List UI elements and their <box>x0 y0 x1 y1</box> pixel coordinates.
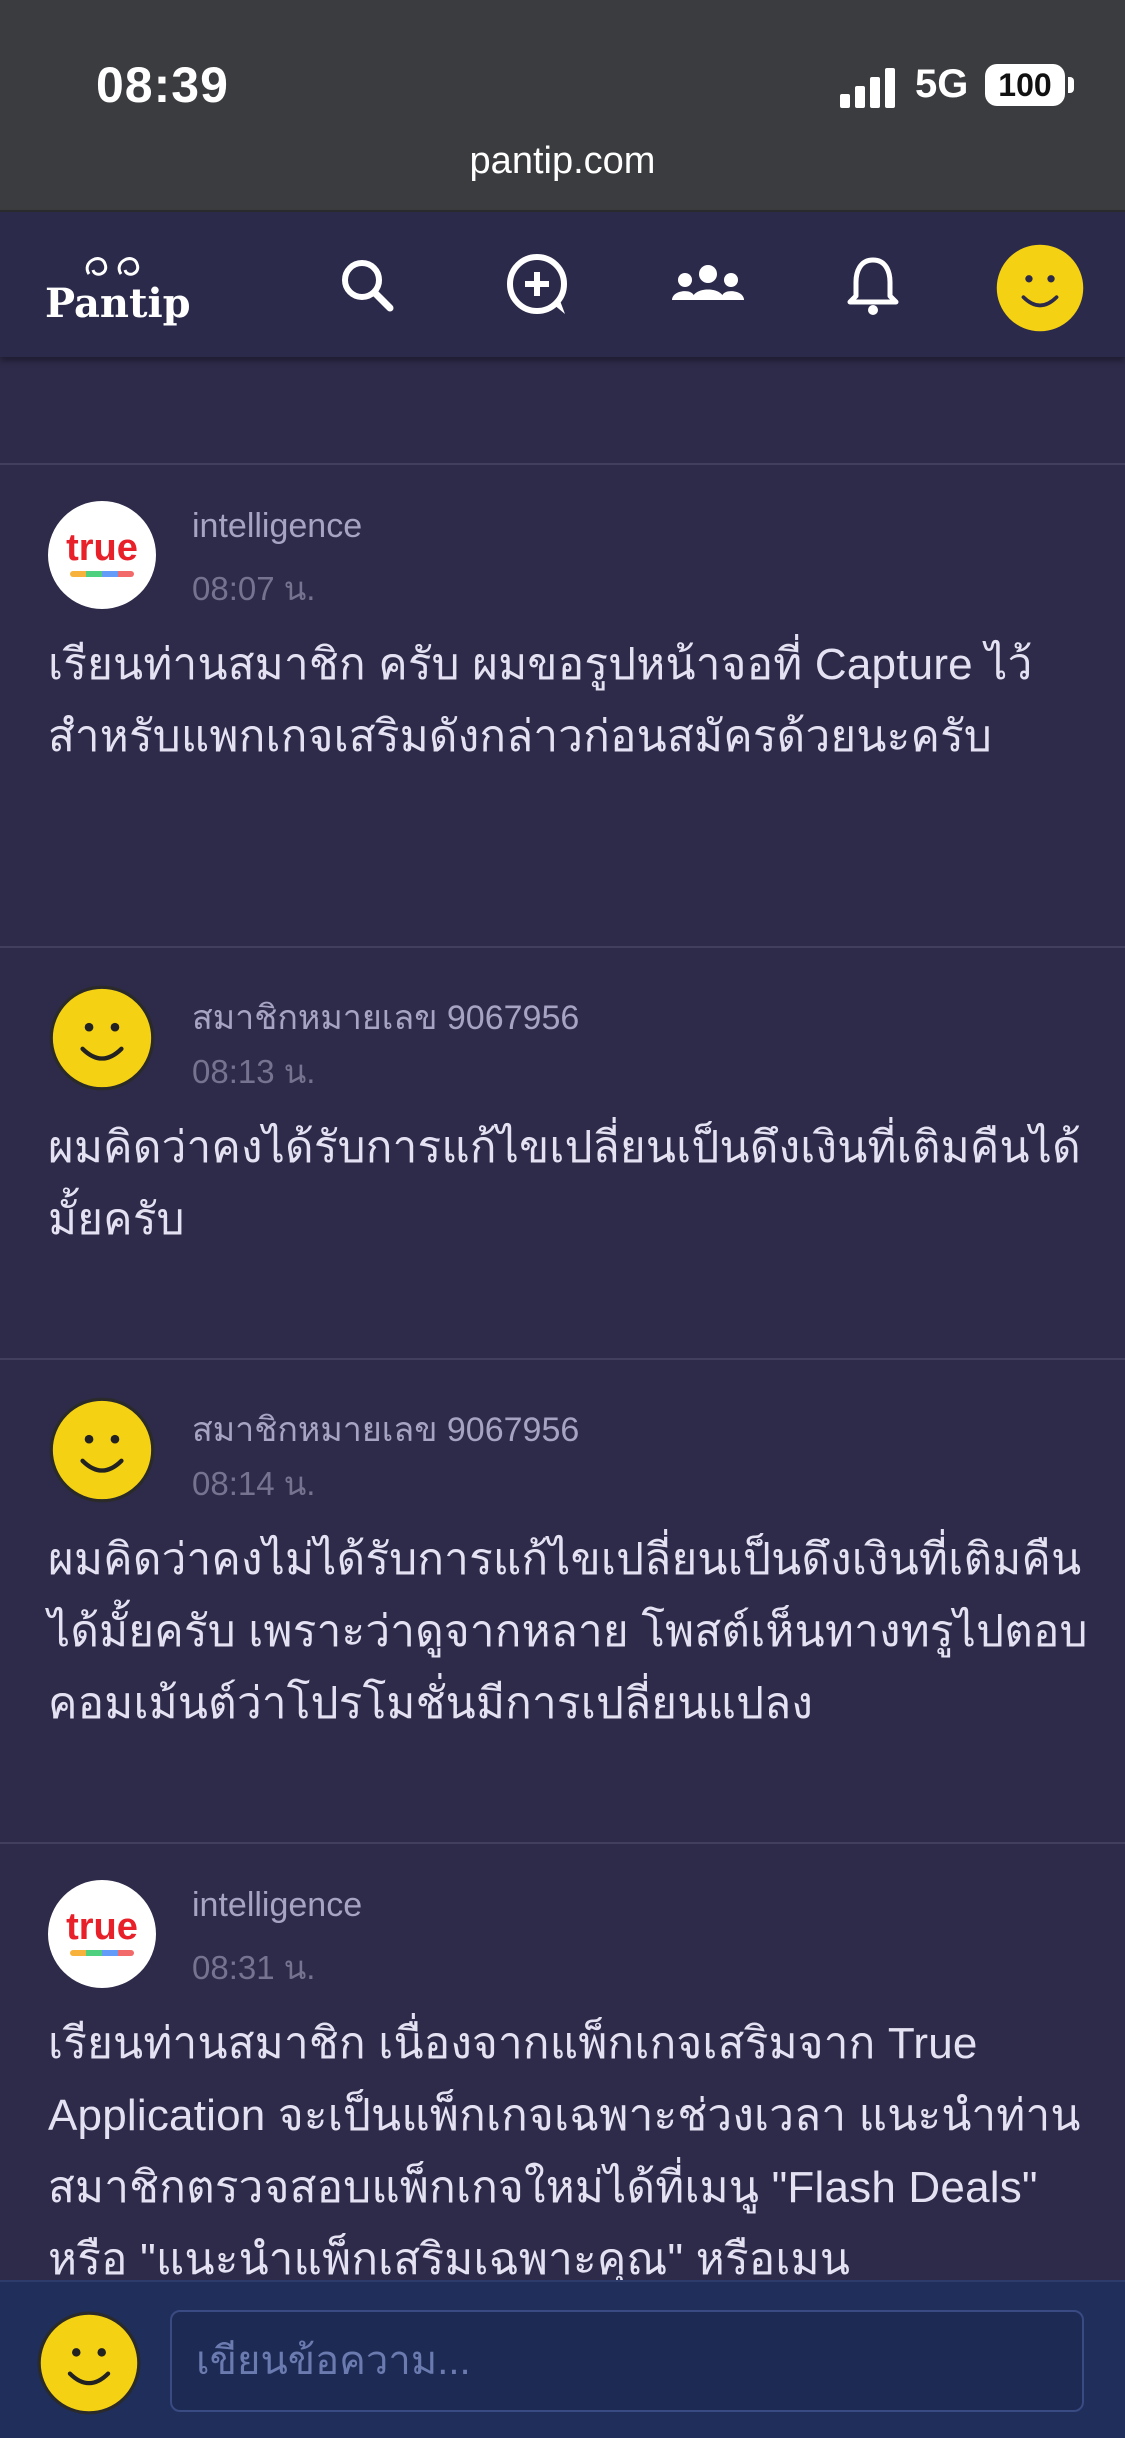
comment-author[interactable]: สมาชิกหมายเลข 9067956 <box>192 1402 579 1456</box>
comment-item: true intelligence 08:07 น. เรียนท่านสมาช… <box>0 465 1125 945</box>
true-logo-dots <box>70 571 134 577</box>
true-logo-text: true <box>66 1906 138 1948</box>
logo-mark-icon <box>85 257 140 276</box>
comment-input[interactable]: เขียนข้อความ... <box>170 2310 1084 2412</box>
comment-time: 08:31 น. <box>192 1949 316 1986</box>
new-topic-icon[interactable] <box>503 250 573 320</box>
my-avatar-smiley-icon <box>37 2311 141 2415</box>
comment-body: ผมคิดว่าคงไม่ได้รับการแก้ไขเปลี่ยนเป็นดึ… <box>48 1535 1088 1728</box>
comment-item: สมาชิกหมายเลข 9067956 08:13 น. ผมคิดว่าค… <box>0 948 1125 1358</box>
address-bar[interactable]: pantip.com <box>0 140 1125 183</box>
network-type: 5G <box>915 62 969 106</box>
logo-text: Pantip <box>45 280 191 327</box>
comment-body: เรียนท่านสมาชิก เนื่องจากแพ็กเกจเสริมจาก… <box>48 2019 1081 2280</box>
comment-time: 08:14 น. <box>192 1465 316 1502</box>
status-time: 08:39 <box>96 57 229 113</box>
comment-item: สมาชิกหมายเลข 9067956 08:14 น. ผมคิดว่าค… <box>0 1360 1125 1840</box>
comment-item: true intelligence 08:31 น. เรียนท่านสมาช… <box>0 1844 1125 2280</box>
true-logo-text: true <box>66 527 138 569</box>
comment-author[interactable]: intelligence <box>192 1886 362 1925</box>
smiley-icon[interactable] <box>48 1396 156 1504</box>
comment-time: 08:13 น. <box>192 1053 316 1090</box>
true-logo-dots <box>70 1950 134 1956</box>
comment-composer: เขียนข้อความ... <box>0 2280 1125 2438</box>
comment-time: 08:07 น. <box>192 570 316 607</box>
battery-icon: 100 <box>985 64 1074 106</box>
true-logo-avatar[interactable]: true <box>48 501 156 609</box>
comment-body: ผมคิดว่าคงได้รับการแก้ไขเปลี่ยนเป็นดึงเง… <box>48 1123 1081 1244</box>
status-bar: 08:39 5G 100 pantip.com <box>0 0 1125 212</box>
notification-bell-icon[interactable] <box>838 250 908 320</box>
comment-author[interactable]: intelligence <box>192 507 362 546</box>
pantip-logo[interactable]: Pantip <box>45 252 191 332</box>
signal-icon <box>840 68 895 108</box>
smiley-icon[interactable] <box>48 984 156 1092</box>
user-avatar[interactable] <box>994 242 1086 334</box>
true-logo-avatar[interactable]: true <box>48 1880 156 1988</box>
comment-body: เรียนท่านสมาชิก ครับ ผมขอรูปหน้าจอที่ Ca… <box>48 640 1033 761</box>
community-icon[interactable] <box>668 250 748 320</box>
comment-author[interactable]: สมาชิกหมายเลข 9067956 <box>192 990 579 1044</box>
search-icon[interactable] <box>332 250 402 320</box>
app-header: Pantip <box>0 212 1125 357</box>
